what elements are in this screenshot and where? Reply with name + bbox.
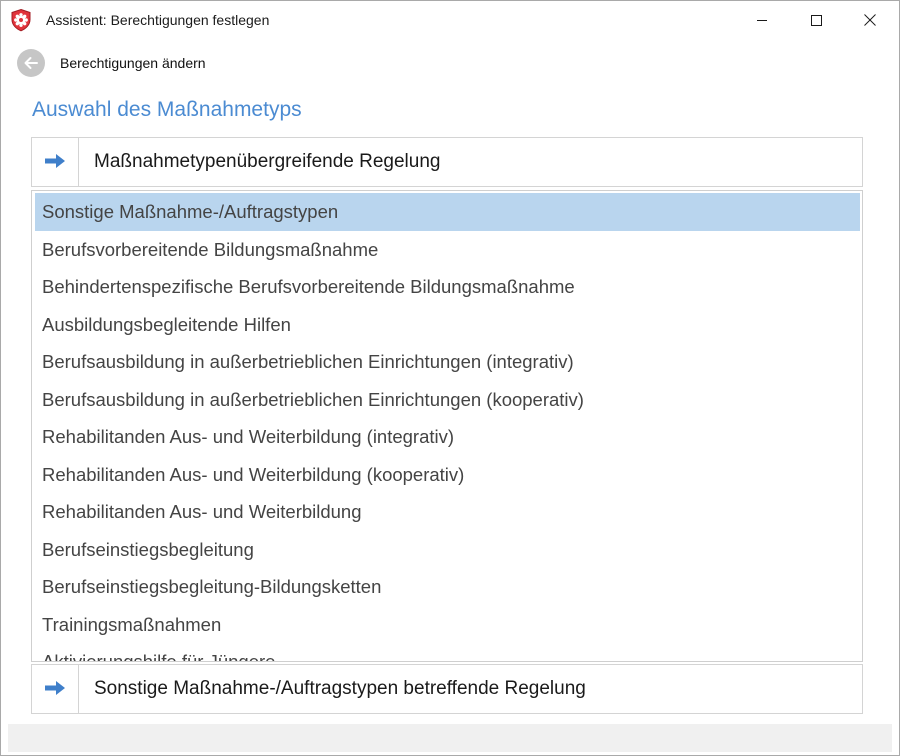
arrow-left-icon <box>24 57 38 69</box>
list-item[interactable]: Berufsausbildung in außerbetrieblichen E… <box>35 343 860 381</box>
arrow-right-icon <box>32 665 79 713</box>
minimize-button[interactable] <box>735 1 789 39</box>
status-bar <box>8 724 892 752</box>
list-item[interactable]: Sonstige Maßnahme-/Auftragstypen <box>35 193 860 231</box>
list-item[interactable]: Berufsvorbereitende Bildungsmaßnahme <box>35 231 860 269</box>
cross-type-rule-label: Maßnahmetypenübergreifende Regelung <box>94 151 441 172</box>
list-item[interactable]: Rehabilitanden Aus- und Weiterbildung <box>35 493 860 531</box>
list-item[interactable]: Rehabilitanden Aus- und Weiterbildung (k… <box>35 456 860 494</box>
window-title: Assistent: Berechtigungen festlegen <box>46 12 270 28</box>
other-types-rule-label: Sonstige Maßnahme-/Auftragstypen betreff… <box>94 678 586 699</box>
arrow-right-icon <box>32 138 79 186</box>
list-item[interactable]: Ausbildungsbegleitende Hilfen <box>35 306 860 344</box>
list-item[interactable]: Rehabilitanden Aus- und Weiterbildung (i… <box>35 418 860 456</box>
page-title: Auswahl des Maßnahmetyps <box>32 98 302 121</box>
shield-gear-icon <box>11 8 31 32</box>
wizard-window: Assistent: Berechtigungen festlegen Bere… <box>0 0 900 756</box>
list-item[interactable]: Berufseinstiegsbegleitung <box>35 531 860 569</box>
arrow-right-icon <box>45 680 65 695</box>
back-button[interactable] <box>17 49 45 77</box>
close-button[interactable] <box>843 1 897 39</box>
maximize-button[interactable] <box>789 1 843 39</box>
list-item[interactable]: Aktivierungshilfe für Jüngere <box>35 643 860 661</box>
measure-type-list[interactable]: Sonstige Maßnahme-/Auftragstypen Berufsv… <box>31 190 863 662</box>
shield-gear-icon <box>9 8 33 32</box>
nav-step-label: Berechtigungen ändern <box>60 55 206 71</box>
maximize-icon <box>810 14 822 26</box>
close-icon <box>864 14 876 26</box>
cross-type-rule-link[interactable]: Maßnahmetypenübergreifende Regelung <box>31 137 863 187</box>
list-item[interactable]: Berufseinstiegsbegleitung-Bildungsketten <box>35 568 860 606</box>
list-item[interactable]: Behindertenspezifische Berufsvorbereiten… <box>35 268 860 306</box>
list-item[interactable]: Trainingsmaßnahmen <box>35 606 860 644</box>
arrow-right-icon <box>45 153 65 168</box>
other-types-rule-link[interactable]: Sonstige Maßnahme-/Auftragstypen betreff… <box>31 664 863 714</box>
minimize-icon <box>757 20 767 21</box>
list-item[interactable]: Berufsausbildung in außerbetrieblichen E… <box>35 381 860 419</box>
